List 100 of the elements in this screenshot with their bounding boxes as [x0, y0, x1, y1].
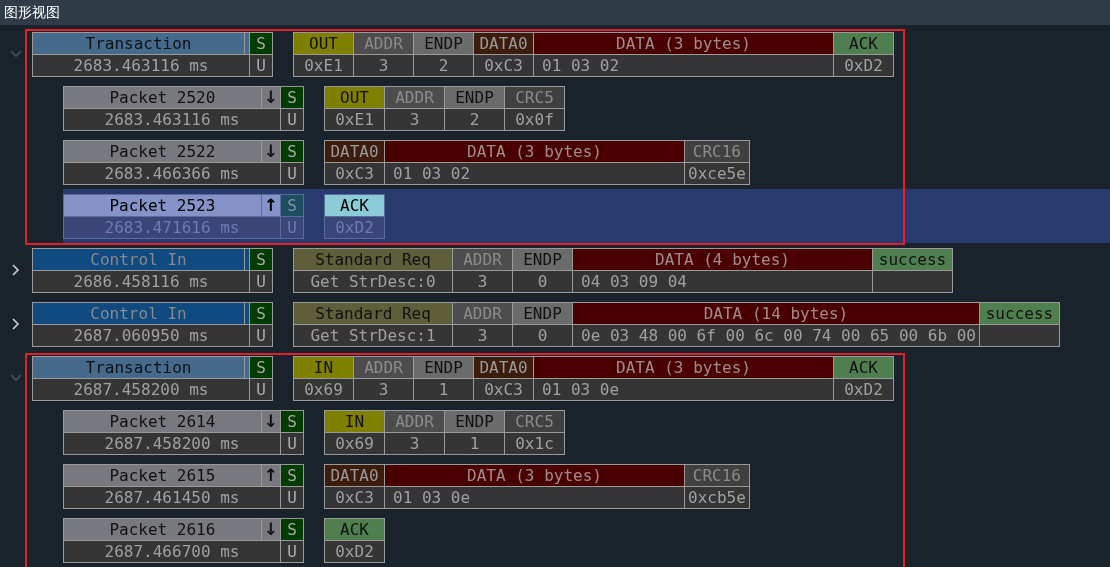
record-card[interactable]: Packet 2523 ↑ S 2683.471616 ms U	[63, 194, 304, 239]
field-value: 3	[354, 55, 413, 76]
end-flag: U	[281, 487, 303, 508]
field-value: 0xE1	[294, 55, 353, 76]
record-time: 2683.463116 ms	[33, 55, 249, 76]
field-name: ACK	[834, 357, 893, 378]
field-value: 01 03 02	[385, 163, 684, 184]
field-value: 0x69	[294, 379, 353, 400]
record-card[interactable]: Control In S 2686.458116 ms U	[32, 248, 273, 293]
record-time: 2683.466366 ms	[64, 163, 280, 184]
field-value: 1	[414, 379, 473, 400]
field-value: 01 03 0e	[385, 487, 684, 508]
record-time: 2683.471616 ms	[64, 217, 280, 238]
field-name: ACK	[325, 195, 384, 216]
start-flag: S	[281, 519, 303, 540]
field-value: 3	[453, 271, 512, 292]
record-card[interactable]: Transaction S 2687.458200 ms U	[32, 356, 273, 401]
record-time: 2687.458200 ms	[33, 379, 249, 400]
field-value: 0xD2	[325, 217, 384, 238]
field-name: Standard Req	[294, 249, 452, 270]
field-name: DATA (3 bytes)	[534, 33, 833, 54]
record-card[interactable]: Packet 2614 ↓ S 2687.458200 ms U	[63, 410, 304, 455]
field-value: 0x1c	[505, 433, 564, 454]
field-value: 3	[385, 109, 444, 130]
field-value: 04 03 09 04	[573, 271, 872, 292]
field-name: CRC16	[685, 465, 749, 486]
field-name: ENDP	[414, 33, 473, 54]
field-name: ADDR	[385, 411, 444, 432]
field-name: DATA0	[325, 465, 384, 486]
record-title: Control In	[33, 249, 244, 270]
start-flag: S	[281, 411, 303, 432]
field-value: 0xC3	[325, 487, 384, 508]
field-name: ADDR	[354, 357, 413, 378]
record-time: 2683.463116 ms	[64, 109, 280, 130]
field-name: ADDR	[453, 249, 512, 270]
field-value: 3	[385, 433, 444, 454]
record-card[interactable]: Packet 2615 ↑ S 2687.461450 ms U	[63, 464, 304, 509]
end-flag: U	[281, 163, 303, 184]
field-value: 2	[445, 109, 504, 130]
record-time: 2687.466700 ms	[64, 541, 280, 562]
end-flag: U	[281, 217, 303, 238]
field-value: 01 03 02	[534, 55, 833, 76]
record-time: 2686.458116 ms	[33, 271, 249, 292]
field-name: Standard Req	[294, 303, 452, 324]
field-value: 0xC3	[325, 163, 384, 184]
field-name: success	[873, 249, 952, 270]
field-value: Get StrDesc:0	[294, 271, 452, 292]
field-name: DATA0	[325, 141, 384, 162]
field-value: 01 03 0e	[534, 379, 833, 400]
field-name: DATA (14 bytes)	[573, 303, 979, 324]
start-flag: S	[281, 465, 303, 486]
field-value: 0xcb5e	[685, 487, 749, 508]
record-title: Packet 2523	[64, 195, 261, 216]
field-name: ENDP	[513, 249, 572, 270]
end-flag: U	[281, 109, 303, 130]
record-card[interactable]: Control In S 2687.060950 ms U	[32, 302, 273, 347]
record-title: Packet 2522	[64, 141, 261, 162]
field-name: ADDR	[453, 303, 512, 324]
start-flag: S	[281, 141, 303, 162]
start-flag: S	[250, 357, 272, 378]
record-card[interactable]: Packet 2522 ↓ S 2683.466366 ms U	[63, 140, 304, 185]
record-title: Packet 2615	[64, 465, 261, 486]
field-value: 0x0f	[505, 109, 564, 130]
field-value: 3	[453, 325, 512, 346]
field-value: 0xD2	[325, 541, 384, 562]
field-name: ENDP	[414, 357, 473, 378]
field-name: DATA (3 bytes)	[534, 357, 833, 378]
field-value: 0xD2	[834, 379, 893, 400]
record-card[interactable]: Packet 2616 ↓ S 2687.466700 ms U	[63, 518, 304, 563]
end-flag: U	[281, 541, 303, 562]
record-title: Packet 2616	[64, 519, 261, 540]
record-card[interactable]: Packet 2520 ↓ S 2683.463116 ms U	[63, 86, 304, 131]
field-name: DATA0	[474, 357, 533, 378]
field-value: 0xD2	[834, 55, 893, 76]
field-value: 0xC3	[474, 55, 533, 76]
field-name: CRC16	[685, 141, 749, 162]
field-name: ENDP	[513, 303, 572, 324]
field-value: 0x69	[325, 433, 384, 454]
record-title: Transaction	[33, 33, 244, 54]
field-value: 1	[445, 433, 504, 454]
record-title: Control In	[33, 303, 244, 324]
field-value: 0xE1	[325, 109, 384, 130]
field-name: OUT	[294, 33, 353, 54]
field-name: success	[979, 303, 1059, 324]
field-name: ENDP	[445, 411, 504, 432]
start-flag: S	[250, 249, 272, 270]
view-title: 图形视图	[0, 0, 1110, 25]
end-flag: U	[250, 325, 272, 346]
field-value: 0	[513, 325, 572, 346]
field-name: DATA0	[474, 33, 533, 54]
record-title: Transaction	[33, 357, 244, 378]
record-title: Packet 2614	[64, 411, 261, 432]
field-name: DATA (4 bytes)	[573, 249, 872, 270]
field-value: 3	[354, 379, 413, 400]
record-card[interactable]: Transaction S 2683.463116 ms U	[32, 32, 273, 77]
field-value: 0e 03 48 00 6f 00 6c 00 74 00 65 00 6b 00	[573, 325, 979, 346]
record-time: 2687.060950 ms	[33, 325, 249, 346]
start-flag: S	[281, 87, 303, 108]
field-name: DATA (3 bytes)	[385, 465, 684, 486]
field-name: ADDR	[385, 87, 444, 108]
